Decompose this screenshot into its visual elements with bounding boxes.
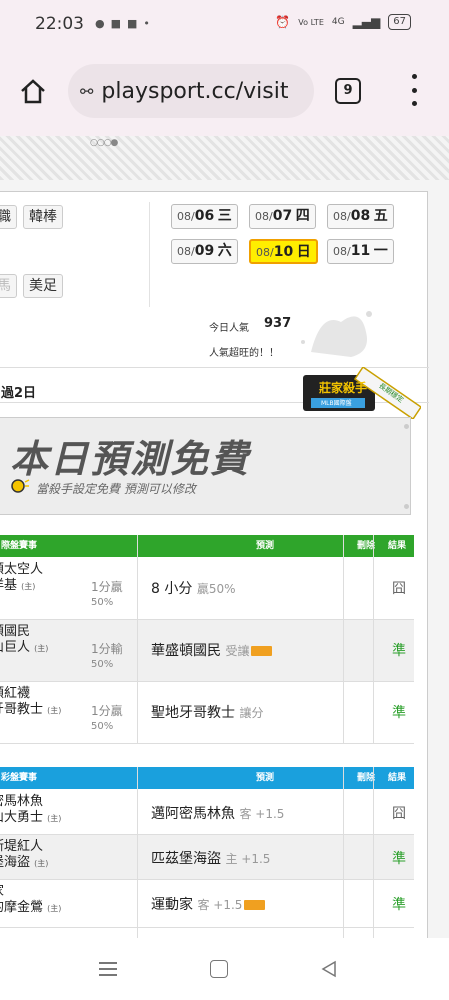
sport-tab[interactable]: 職 [0,205,17,229]
home-team: 的摩金鶯 (主) [0,900,62,915]
away-team: 斯堤紅人 [0,839,44,854]
clock: 22:03 [35,14,84,34]
free-prediction-banner: 本日預測免費 當殺手設定免費 預測可以修改 [0,417,411,515]
table-row: 頓太空人 洋基 (主) 1分贏50% 8 小分 贏50% 囧 [0,558,414,620]
system-nav-bar [0,938,449,1000]
nav-home-icon[interactable] [210,960,228,978]
home-team: 堡海盜 (主) [0,855,49,870]
more-dot-icon: • [143,17,150,30]
prediction-cell: 匹茲堡海盜 主 +1.5 [151,851,271,867]
popularity-count: 937 [264,316,292,331]
lightbulb-icon [11,479,30,493]
address-bar[interactable]: ⚯ playsport.cc/visit [68,64,314,118]
sport-tab-nfl[interactable]: 美足 [23,274,63,298]
result-cell: 準 [392,705,406,721]
prediction-cell: 聖地牙哥教士 讓分 [151,705,264,721]
international-table-header: 際盤賽事 預測 刪除 結果 [0,535,414,557]
status-bar: 22:03 ● ■ ■ • ⏰ Vo LTE 4G ▂▄▆ 67 [0,0,449,48]
table-row: 頓紅襪 牙哥教士 (主) 1分贏50% 聖地牙哥教士 讓分 準 [0,682,414,744]
date-button-active[interactable]: 08/10 日 [249,239,318,264]
home-icon[interactable] [18,76,48,106]
table-row: 密馬林魚 山大勇士 (主) 邁阿密馬林魚 客 +1.5 囧 [0,790,414,835]
table-row: 頓國民 山巨人 (主) 1分輸50% 華盛頓國民 受讓 準 [0,620,414,682]
away-team: 家 [0,884,61,900]
youtube-icon: ■ [127,17,138,30]
away-team: 頓國民 [0,624,31,639]
home-team: 洋基 (主) [0,578,36,593]
overflow-menu-icon[interactable] [408,74,420,106]
promo-title: 本日預測免費 [10,436,251,481]
date-button[interactable]: 08/07 四 [249,204,316,229]
result-cell: 準 [392,643,406,659]
analysis-badge-icon [251,646,273,656]
away-team: 頓紅襪 [0,686,31,701]
header-pattern [0,136,449,180]
result-cell: 準 [392,897,406,913]
chat-icon: ● [95,17,105,30]
table-row: 斯堤紅人 堡海盜 (主) 匹茲堡海盜 主 +1.5 準 [0,835,414,880]
volte-label: Vo LTE [298,17,324,27]
prediction-cell: 8 小分 贏50% [151,581,236,597]
prediction-cell: 運動家 客 +1.5 [151,894,266,914]
analysis-badge-icon [244,900,266,910]
nav-recents-icon[interactable] [99,962,117,976]
youtube-icon: ■ [110,17,122,30]
home-team: 山巨人 (主) [0,640,49,655]
result-cell: 準 [392,851,406,867]
url-text: playsport.cc/visit [101,78,289,104]
popularity-tagline: 人氣超旺的！！ [209,348,279,359]
splash-decoration-icon [301,311,372,357]
result-cell: 囧 [392,581,406,597]
prediction-cell: 華盛頓國民 受讓 [151,640,273,660]
tab-switcher-icon[interactable]: 9 [335,78,361,104]
home-team: 山大勇士 (主) [0,810,62,825]
sport-tab-kbo[interactable]: 韓棒 [23,205,63,229]
signal-label: 4G [331,17,345,27]
home-team: 牙哥教士 (主) [0,702,62,717]
tune-icon[interactable]: ⚯ [80,82,93,101]
badge-title: 莊家殺手 [319,381,368,395]
promo-subtitle: 當殺手設定免費 預測可以修改 [36,482,196,496]
signal-icon: ▂▄▆ [352,15,381,29]
prediction-cell: 邁阿密馬林魚 客 +1.5 [151,806,285,822]
days-passed-label: 過2日 [1,386,37,401]
browser-toolbar: ⚯ playsport.cc/visit 9 [0,48,449,136]
system-icons: ⏰ Vo LTE 4G ▂▄▆ 67 [275,14,411,30]
away-team: 頓太空人 [0,562,44,577]
date-button[interactable]: 08/06 三 [171,204,238,229]
prediction-panel: 職 韓棒 馬 美足 08/06 三 08/07 四 08/08 五 08/09 … [0,191,429,938]
date-button[interactable]: 08/08 五 [327,204,394,229]
popularity-label: 今日人氣 [209,323,249,334]
result-cell: 囧 [392,806,406,822]
web-content: ○○○● 職 韓棒 馬 美足 08/06 三 08/07 四 08/08 五 0… [0,136,449,938]
battery-indicator: 67 [388,14,411,30]
date-button[interactable]: 08/11 一 [327,239,394,264]
notification-icons: ● ■ ■ • [95,17,150,30]
badge-subtitle: MLB國際盤 [321,400,352,407]
lottery-table-header: 彩盤賽事 預測 刪除 結果 [0,767,414,789]
sport-tab[interactable]: 馬 [0,274,17,298]
carousel-dots: ○○○● [90,138,118,148]
table-row: 家 的摩金鶯 (主) 運動家 客 +1.5 準 [0,880,414,928]
nav-back-icon[interactable] [320,960,338,978]
date-button[interactable]: 08/09 六 [171,239,238,264]
away-team: 密馬林魚 [0,794,44,809]
alarm-icon: ⏰ [275,15,291,29]
